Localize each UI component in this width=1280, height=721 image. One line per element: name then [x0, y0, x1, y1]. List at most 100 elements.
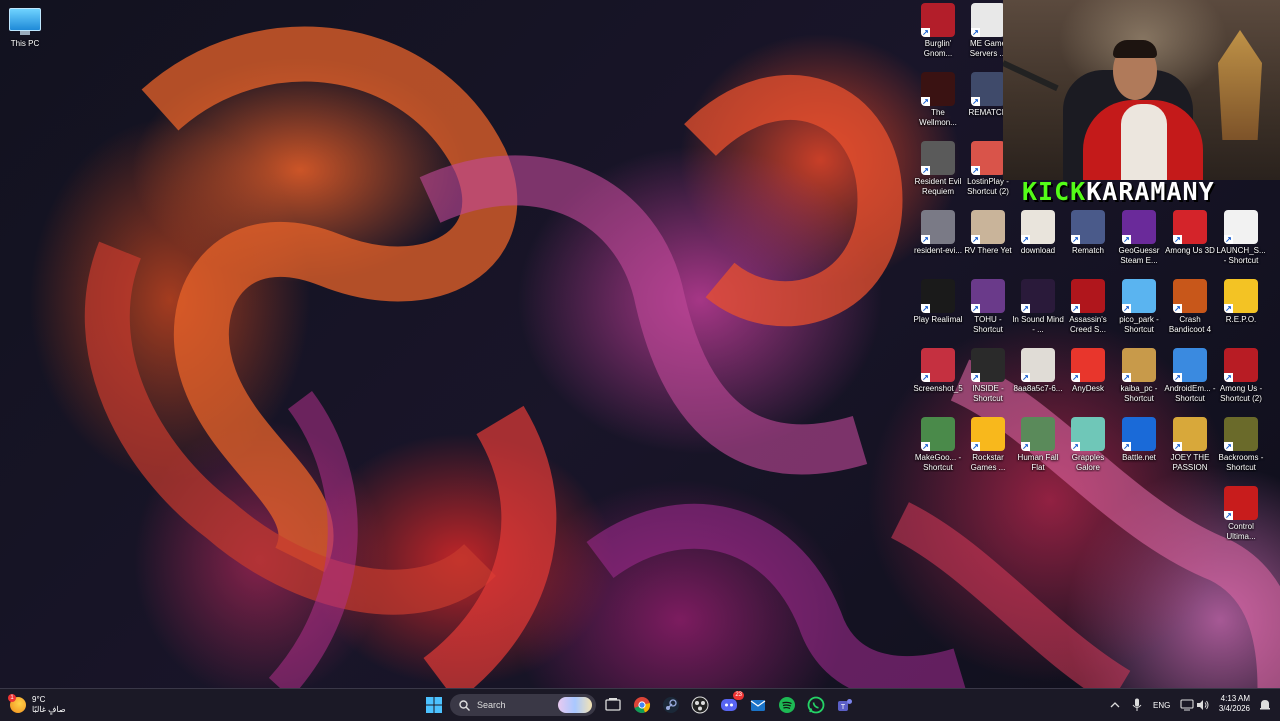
- desktop-shortcut[interactable]: ↗ AnyDesk: [1062, 348, 1114, 394]
- desktop-shortcut[interactable]: ↗ R.E.P.O.: [1215, 279, 1267, 325]
- desktop-shortcut-label: Burglin' Gnom...: [923, 39, 953, 58]
- windows-start-icon[interactable]: [422, 693, 446, 717]
- joey-icon: ↗: [1173, 417, 1207, 451]
- weather-condition: صافٍ غالبًا: [32, 705, 66, 714]
- desktop-shortcut[interactable]: ↗ pico_park - Shortcut: [1113, 279, 1165, 334]
- show-hidden-icons-chevron-up-icon[interactable]: [1103, 693, 1127, 717]
- notification-bell-icon[interactable]: [1253, 693, 1277, 717]
- desktop-shortcut-label: Among Us - Shortcut (2): [1219, 384, 1263, 403]
- outlook-icon[interactable]: [746, 693, 770, 717]
- shortcut-arrow-icon: ↗: [1224, 442, 1233, 451]
- gear-file-icon: ↗: [1224, 210, 1258, 244]
- rv-game-icon: ↗: [971, 210, 1005, 244]
- desktop-shortcut[interactable]: ↗ INSIDE - Shortcut: [962, 348, 1014, 403]
- taskbar-search-box[interactable]: Search: [450, 694, 596, 716]
- shortcut-arrow-icon: ↗: [971, 97, 980, 106]
- shortcut-arrow-icon: ↗: [1224, 235, 1233, 244]
- shortcut-arrow-icon: ↗: [921, 166, 930, 175]
- this-pc-label: This PC: [10, 39, 40, 48]
- clock[interactable]: 4:13 AM 3/4/2026: [1216, 694, 1250, 714]
- desktop-shortcut-label: Backrooms - Shortcut: [1218, 453, 1264, 472]
- chrome-icon[interactable]: [630, 693, 654, 717]
- desktop-shortcut[interactable]: ↗ Resident Evil Requiem: [912, 141, 964, 196]
- desktop-shortcut-label: MakeGoo... - Shortcut: [914, 453, 962, 472]
- shortcut-arrow-icon: ↗: [921, 442, 930, 451]
- weather-badge: 1: [8, 694, 16, 702]
- desktop-shortcut[interactable]: ↗ Rematch: [1062, 210, 1114, 256]
- human-fall-flat-icon: ↗: [1021, 417, 1055, 451]
- shortcut-arrow-icon: ↗: [971, 235, 980, 244]
- desktop-shortcut[interactable]: ↗ Control Ultima...: [1215, 486, 1267, 541]
- desktop-shortcut[interactable]: ↗ TOHU - Shortcut: [962, 279, 1014, 334]
- desktop-shortcut-label: Crash Bandicoot 4: [1168, 315, 1212, 334]
- microphone-icon[interactable]: [1125, 693, 1149, 717]
- kick-channel-banner: KICK KARAMANY: [1022, 176, 1215, 206]
- shortcut-arrow-icon: ↗: [1071, 373, 1080, 382]
- shortcut-arrow-icon: ↗: [1071, 442, 1080, 451]
- task-view-icon[interactable]: [601, 693, 625, 717]
- shortcut-arrow-icon: ↗: [921, 373, 930, 382]
- shortcut-arrow-icon: ↗: [971, 28, 980, 37]
- input-language-indicator[interactable]: ENG: [1153, 701, 1170, 710]
- desktop-shortcut[interactable]: ↗ Battle.net: [1113, 417, 1165, 463]
- obs-icon[interactable]: [688, 693, 712, 717]
- desktop-shortcut[interactable]: ↗ RV There Yet: [962, 210, 1014, 256]
- shortcut-arrow-icon: ↗: [921, 235, 930, 244]
- desktop-shortcut[interactable]: ↗ download: [1012, 210, 1064, 256]
- volume-icon[interactable]: [1191, 693, 1215, 717]
- image-file-icon: ↗: [921, 210, 955, 244]
- desktop-shortcut[interactable]: ↗ Screenshot_5: [912, 348, 964, 394]
- desktop-shortcut[interactable]: ↗ Among Us 3D: [1164, 210, 1216, 256]
- desktop-shortcut[interactable]: ↗ The Wellmon...: [912, 72, 964, 127]
- backrooms-icon: ↗: [1224, 417, 1258, 451]
- this-pc-icon[interactable]: This PC: [4, 6, 46, 48]
- desktop-shortcut[interactable]: ↗ Backrooms - Shortcut: [1215, 417, 1267, 472]
- desktop-shortcut[interactable]: ↗ kaiba_pc - Shortcut: [1113, 348, 1165, 403]
- channel-name-text: KARAMANY: [1086, 176, 1215, 206]
- desktop-shortcut[interactable]: ↗ Burglin' Gnom...: [912, 3, 964, 58]
- computer-monitor-icon: [9, 8, 41, 31]
- steam-icon[interactable]: [659, 693, 683, 717]
- desktop-shortcut[interactable]: ↗ resident-evi...: [912, 210, 964, 256]
- kaiba-icon: ↗: [1122, 348, 1156, 382]
- wellmon-game-icon: ↗: [921, 72, 955, 106]
- shortcut-arrow-icon: ↗: [1173, 235, 1182, 244]
- in-sound-mind-icon: ↗: [1021, 279, 1055, 313]
- desktop-shortcut[interactable]: ↗ AndroidEm... - Shortcut: [1164, 348, 1216, 403]
- desktop-shortcut-label: download: [1020, 246, 1056, 255]
- desktop-shortcut-label: INSIDE - Shortcut: [972, 384, 1004, 403]
- teams-icon[interactable]: T: [833, 693, 857, 717]
- svg-text:T: T: [841, 704, 846, 711]
- desktop-shortcut-label: GeoGuessr Steam E...: [1118, 246, 1160, 265]
- desktop-shortcut[interactable]: ↗ Grapples Galore: [1062, 417, 1114, 472]
- desktop-shortcut[interactable]: ↗ Play Realimal: [912, 279, 964, 325]
- spotify-icon[interactable]: [775, 693, 799, 717]
- desktop-shortcut[interactable]: ↗ In Sound Mind - ...: [1012, 279, 1064, 334]
- control-icon: ↗: [1224, 486, 1258, 520]
- desktop-shortcut[interactable]: ↗ LAUNCH_S... - Shortcut: [1215, 210, 1267, 265]
- desktop-shortcut[interactable]: ↗ Assassin's Creed S...: [1062, 279, 1114, 334]
- weather-widget[interactable]: 1 9°C صافٍ غالبًا: [8, 693, 66, 717]
- discord-icon[interactable]: 23: [717, 691, 744, 717]
- desktop-shortcut[interactable]: ↗ 8aa8a5c7-6...: [1012, 348, 1064, 394]
- clock-time: 4:13 AM: [1220, 694, 1250, 703]
- shortcut-arrow-icon: ↗: [1021, 235, 1030, 244]
- desktop-shortcut[interactable]: ↗ Crash Bandicoot 4: [1164, 279, 1216, 334]
- desktop-shortcut[interactable]: ↗ GeoGuessr Steam E...: [1113, 210, 1165, 265]
- weather-temp: 9°C: [32, 695, 46, 704]
- anydesk-icon: ↗: [1071, 348, 1105, 382]
- desktop-shortcut[interactable]: ↗ MakeGoo... - Shortcut: [912, 417, 964, 472]
- weather-sun-icon: 1: [8, 694, 26, 713]
- android-emulator-icon: ↗: [1173, 348, 1207, 382]
- desktop-shortcut[interactable]: ↗ JOEY THE PASSION: [1164, 417, 1216, 472]
- desktop-shortcut[interactable]: ↗ Among Us - Shortcut (2): [1215, 348, 1267, 403]
- desktop-shortcut-label: Rockstar Games ...: [970, 453, 1006, 472]
- desktop-shortcut[interactable]: ↗ Human Fall Flat: [1012, 417, 1064, 472]
- desktop-shortcut[interactable]: ↗ Rockstar Games ...: [962, 417, 1014, 472]
- desktop-shortcut-label: Assassin's Creed S...: [1069, 315, 1107, 334]
- taskbar: 1 9°C صافٍ غالبًا Search 23 T ENG 4:13 A…: [0, 688, 1280, 721]
- desktop-shortcut-label: Rematch: [1071, 246, 1104, 255]
- desktop-shortcut-label: LAUNCH_S... - Shortcut: [1216, 246, 1266, 265]
- whatsapp-icon[interactable]: [804, 693, 828, 717]
- shortcut-arrow-icon: ↗: [1173, 373, 1182, 382]
